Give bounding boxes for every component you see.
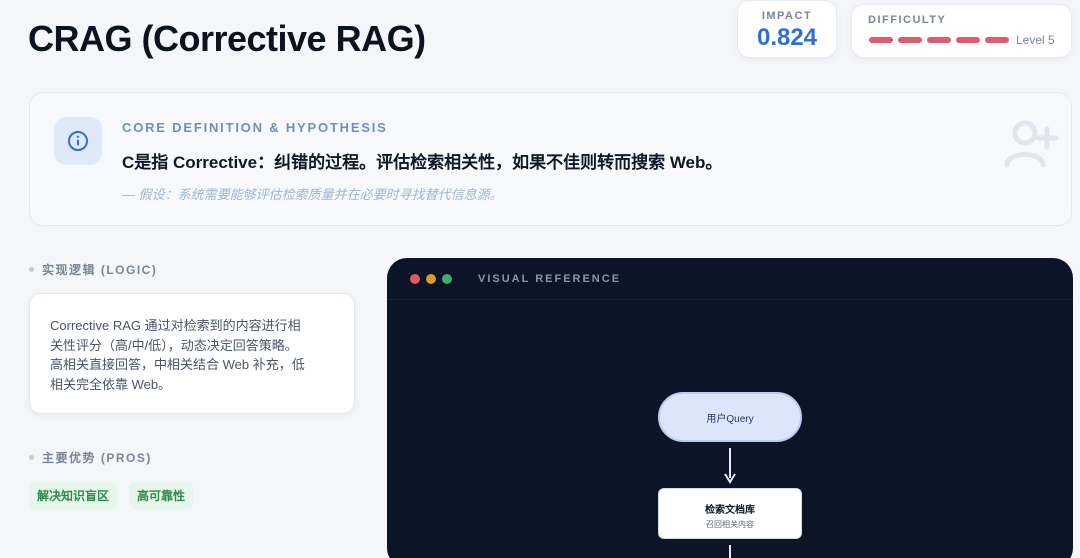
logic-line: Corrective RAG 通过对检索到的内容进行相 (50, 318, 301, 333)
logic-card: Corrective RAG 通过对检索到的内容进行相 关性评分（高/中/低），… (29, 293, 355, 414)
impact-value: 0.824 (756, 24, 818, 51)
pros-tags: 解决知识盲区 高可靠性 (29, 482, 194, 509)
info-icon (54, 117, 102, 165)
window-maximize-dot[interactable] (442, 273, 452, 284)
flow-connector (729, 545, 731, 558)
bullet-dot (29, 267, 34, 272)
difficulty-segment (869, 37, 893, 43)
logic-line: 高相关直接回答，中相关结合 Web 补充，低 (50, 357, 305, 372)
impact-card: IMPACT 0.824 (737, 0, 837, 58)
definition-text: C是指 Corrective：纠错的过程。评估检索相关性，如果不佳则转而搜索 W… (122, 153, 723, 172)
definition-heading: CORE DEFINITION & HYPOTHESIS (122, 120, 388, 135)
pro-tag: 高可靠性 (129, 482, 194, 509)
definition-panel: CORE DEFINITION & HYPOTHESIS C是指 Correct… (29, 92, 1072, 226)
difficulty-card: DIFFICULTY Level 5 (851, 4, 1072, 58)
hypothesis-text: — 假设：系统需要能够评估检索质量并在必要时寻找替代信息源。 (122, 187, 503, 202)
flow-node-query: 用户Query (658, 392, 802, 442)
window-title: VISUAL REFERENCE (478, 272, 622, 285)
bullet-dot (29, 455, 34, 460)
difficulty-segment (927, 37, 951, 43)
window-titlebar: VISUAL REFERENCE (387, 258, 1073, 300)
impact-label: IMPACT (761, 10, 813, 22)
difficulty-label: DIFFICULTY (868, 14, 947, 26)
retrieve-node-subtitle: 召回相关内容 (706, 520, 754, 529)
flow-node-retrieve: 检索文档库 召回相关内容 (658, 488, 802, 539)
flow-arrow-down-icon (724, 448, 736, 484)
logic-line: 关性评分（高/中/低），动态决定回答策略。 (50, 337, 298, 353)
pros-label: 主要优势 (PROS) (42, 451, 152, 465)
visual-reference-window: VISUAL REFERENCE 用户Query 检索文档库 召回相关内容 (387, 258, 1073, 558)
difficulty-segment (956, 37, 980, 43)
logic-line: 相关完全依靠 Web。 (50, 376, 172, 392)
add-user-icon (1003, 117, 1059, 174)
window-minimize-dot[interactable] (426, 273, 436, 284)
difficulty-meter (869, 37, 1009, 43)
window-close-dot[interactable] (410, 273, 420, 284)
difficulty-segment (985, 37, 1009, 43)
pros-section-label: 主要优势 (PROS) (29, 449, 152, 466)
logic-section-label: 实现逻辑 (LOGIC) (29, 261, 157, 278)
logic-label: 实现逻辑 (LOGIC) (42, 263, 158, 277)
pro-tag: 解决知识盲区 (29, 482, 118, 509)
difficulty-level: Level 5 (1016, 33, 1055, 47)
retrieve-node-title: 检索文档库 (705, 505, 755, 516)
page-title: CRAG (Corrective RAG) (28, 18, 426, 59)
difficulty-segment (898, 37, 922, 43)
